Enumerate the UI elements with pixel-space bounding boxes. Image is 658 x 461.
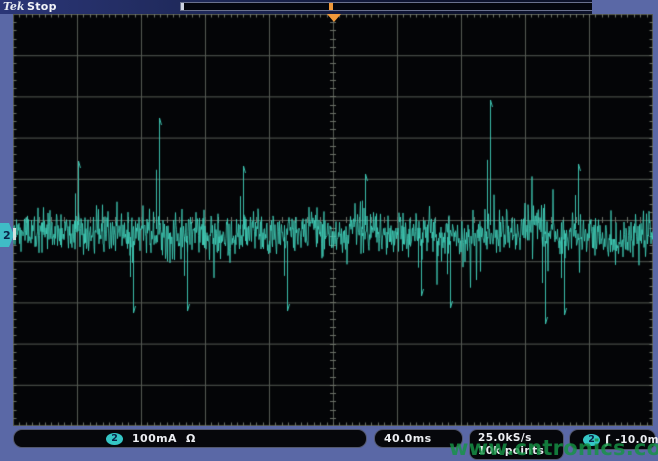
channel-scale-readout[interactable]: 2 100mA Ω <box>13 429 367 448</box>
channel-2-badge: 2 <box>106 433 123 445</box>
channel-scale-value: 100mA <box>132 432 177 445</box>
tek-logo: Tek <box>3 0 25 14</box>
edge-marker-tick <box>13 228 16 240</box>
oscilloscope-screen: Tek Stop 2 2 100mA Ω 40.0ms 25.0kS/s 10k… <box>0 0 658 461</box>
record-trigger-position-icon <box>329 3 333 10</box>
watermark: www.cntronics.com <box>449 436 658 460</box>
bottom-readout-bar: 2 100mA Ω 40.0ms 25.0kS/s 10k points 2 ʃ… <box>0 427 658 461</box>
record-view-bar <box>180 2 598 11</box>
record-left-bracket-icon <box>181 3 184 10</box>
top-bar: Tek Stop <box>0 0 592 14</box>
trigger-position-icon <box>327 14 341 22</box>
acquisition-status: Stop <box>27 0 57 14</box>
timebase-value: 40.0ms <box>384 432 432 445</box>
channel-coupling-icon: Ω <box>186 432 196 445</box>
graticule-canvas <box>13 14 653 426</box>
top-right-panel <box>592 0 658 14</box>
channel-2-ground-label: 2 <box>3 229 11 242</box>
